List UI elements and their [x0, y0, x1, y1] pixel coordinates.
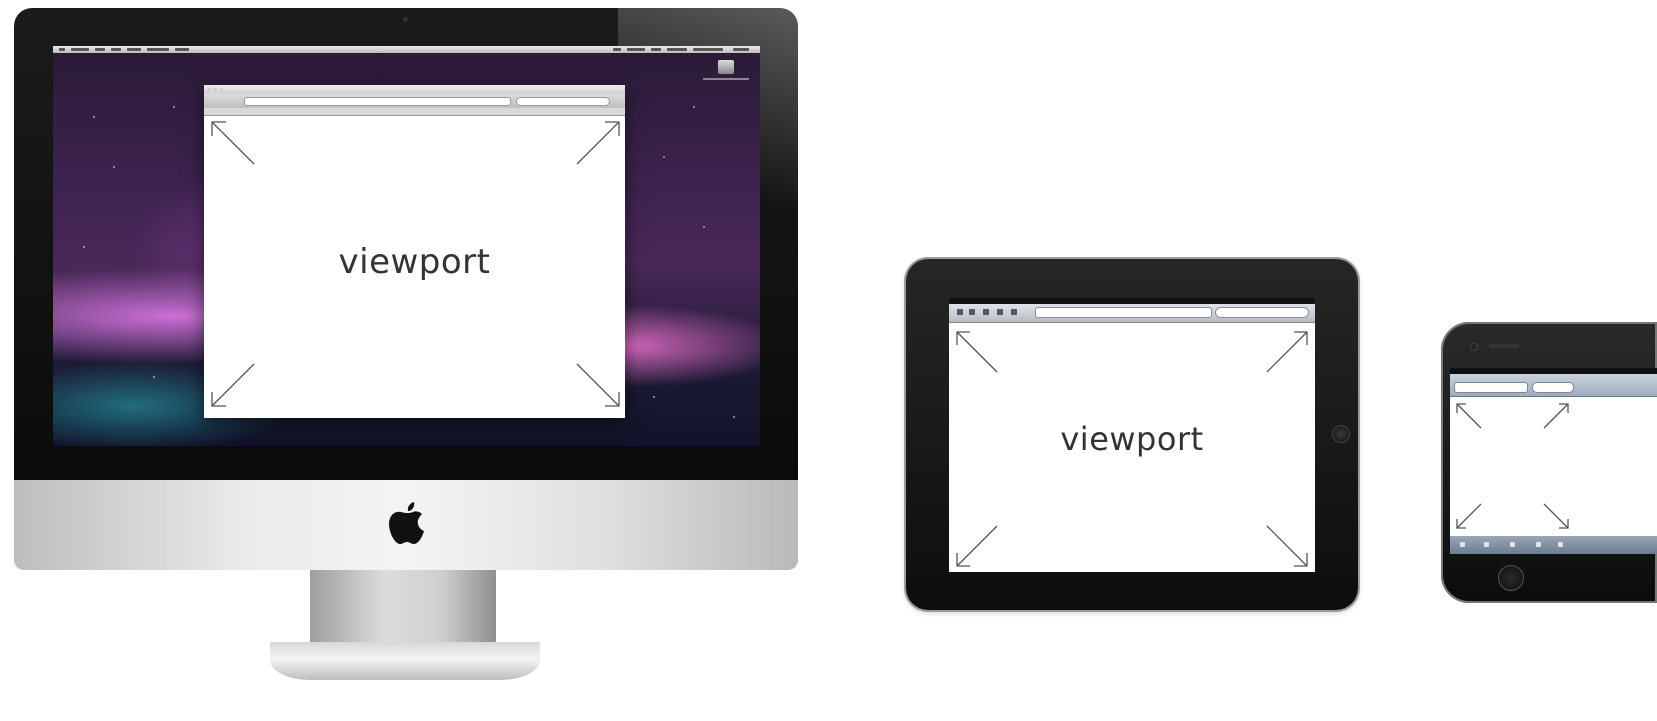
tablet-search-field[interactable]	[1215, 307, 1309, 318]
arrow-up-right-icon	[1543, 403, 1569, 429]
imac-stand-foot	[270, 642, 540, 680]
phone-browser-toolbar	[1450, 536, 1657, 554]
arrow-up-right-icon	[576, 121, 620, 165]
minimize-icon[interactable]	[214, 88, 217, 91]
imac-camera	[403, 17, 408, 22]
close-icon[interactable]	[208, 88, 211, 91]
arrow-up-left-icon	[211, 121, 255, 165]
zoom-icon[interactable]	[220, 88, 223, 91]
desktop-viewport: viewport	[204, 116, 625, 418]
mac-menu-bar	[53, 46, 760, 53]
search-field[interactable]	[516, 97, 610, 106]
iphone-speaker	[1489, 344, 1519, 348]
back-icon[interactable]	[1460, 542, 1465, 547]
arrow-up-left-icon	[1456, 403, 1482, 429]
iphone-home-button[interactable]	[1498, 565, 1524, 591]
arrow-down-right-icon	[576, 363, 620, 407]
tablet-address-bar[interactable]	[1035, 307, 1212, 318]
arrow-down-left-icon	[956, 525, 998, 567]
bookmarks-icon[interactable]	[1536, 542, 1541, 547]
viewport-label: viewport	[338, 242, 491, 282]
tabs-icon[interactable]	[997, 309, 1003, 315]
viewport-label: viewport	[1060, 420, 1204, 458]
bookmarks-icon[interactable]	[983, 309, 989, 315]
forward-icon[interactable]	[969, 309, 975, 315]
imac-stand-neck	[310, 570, 496, 642]
arrow-up-left-icon	[956, 331, 998, 373]
ipad-home-button[interactable]	[1332, 425, 1350, 443]
arrow-up-right-icon	[1266, 331, 1308, 373]
forward-icon[interactable]	[1484, 542, 1489, 547]
back-icon[interactable]	[957, 309, 963, 315]
phone-search-field[interactable]	[1532, 382, 1574, 393]
bookmarks-bar	[204, 108, 625, 135]
arrow-down-right-icon	[1543, 503, 1569, 529]
arrow-down-left-icon	[1456, 503, 1482, 529]
desktop-browser-window: viewport	[204, 85, 625, 418]
address-bar[interactable]	[244, 97, 511, 106]
hard-drive-label	[703, 78, 749, 80]
share-icon[interactable]	[1011, 309, 1017, 315]
arrow-down-left-icon	[211, 363, 255, 407]
arrow-down-right-icon	[1266, 525, 1308, 567]
browser-title-bar	[204, 85, 625, 94]
hard-drive-icon[interactable]	[718, 60, 734, 74]
iphone-camera	[1470, 343, 1478, 351]
tabs-icon[interactable]	[1558, 542, 1563, 547]
apple-logo-icon	[389, 502, 424, 544]
phone-screen	[1450, 368, 1657, 554]
tablet-screen: viewport	[949, 298, 1315, 572]
share-icon[interactable]	[1510, 542, 1515, 547]
phone-address-bar[interactable]	[1454, 382, 1528, 393]
